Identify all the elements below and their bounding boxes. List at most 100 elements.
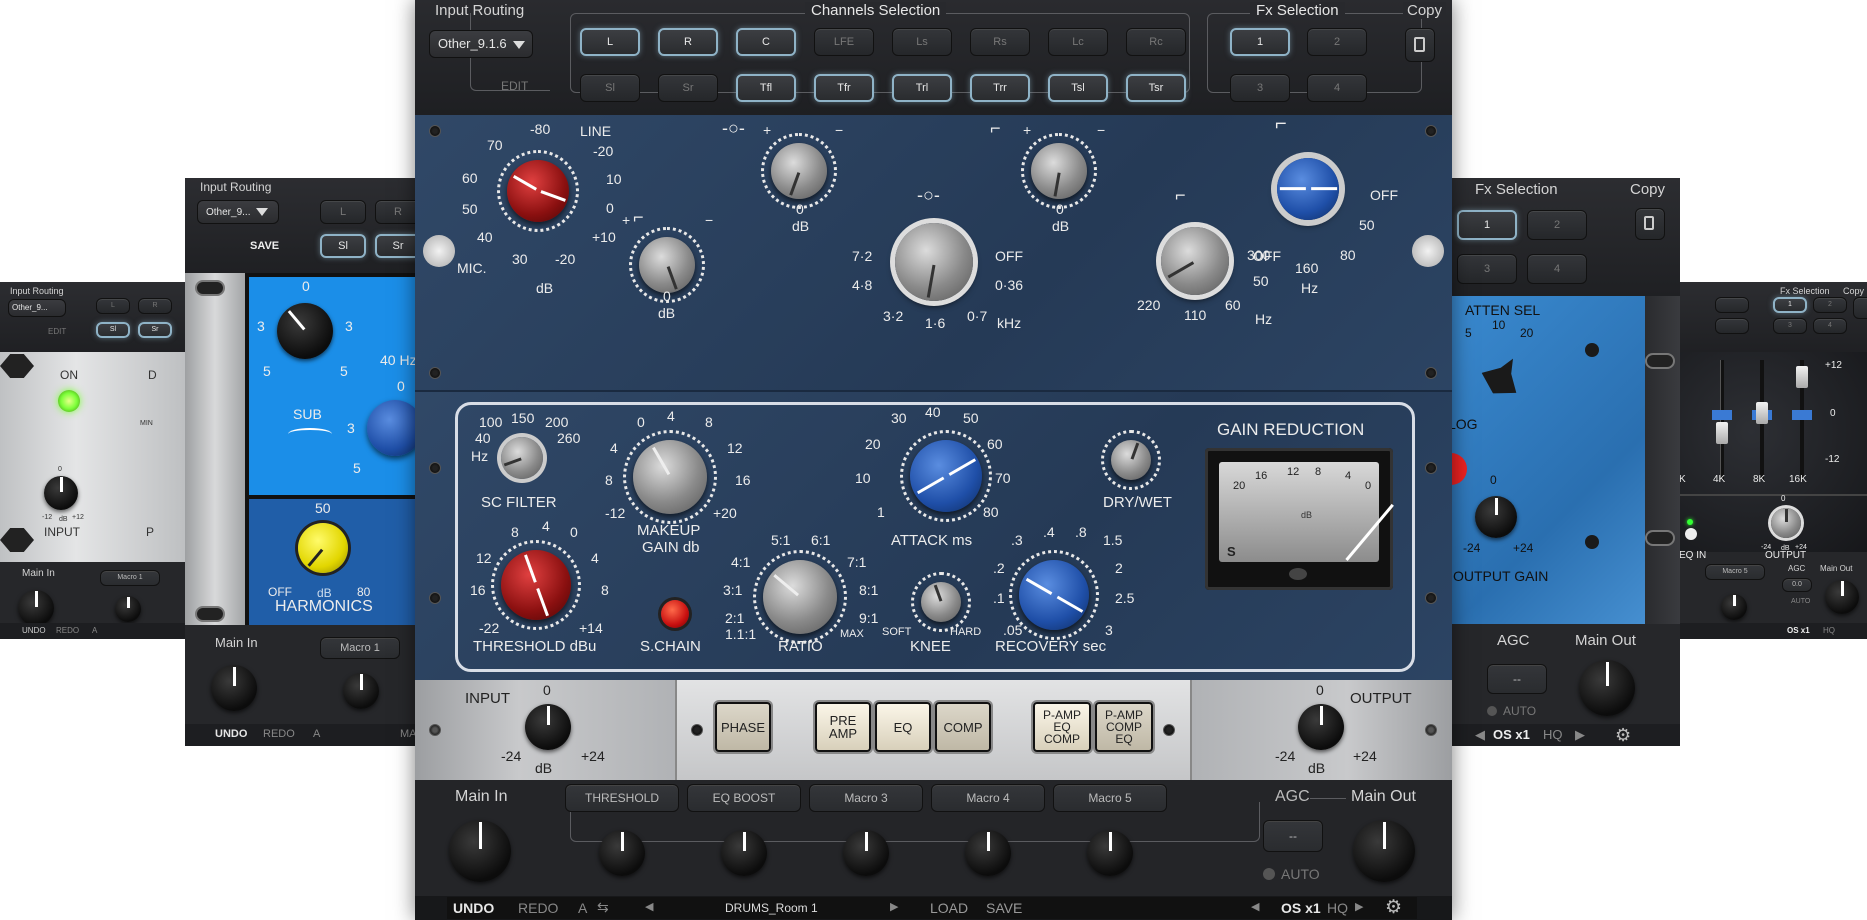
- channel-button-lfe[interactable]: LFE: [814, 28, 874, 56]
- macro-button-5[interactable]: Macro 5: [1053, 784, 1167, 812]
- ab-toggle[interactable]: A: [578, 900, 587, 916]
- far-left-redo[interactable]: REDO: [56, 626, 79, 635]
- macro-knob-5[interactable]: [1087, 830, 1133, 876]
- pamp-comp-eq-button[interactable]: P-AMP COMP EQ: [1095, 702, 1153, 752]
- far-right-os[interactable]: OS x1: [1787, 626, 1810, 635]
- left-mid-save-label[interactable]: SAVE: [250, 240, 279, 252]
- agc-value[interactable]: --: [1263, 820, 1323, 852]
- far-left-ch-sl[interactable]: Sl: [96, 322, 130, 338]
- macro-knob-4[interactable]: [965, 830, 1011, 876]
- far-right-agc-value[interactable]: 0.0: [1782, 578, 1812, 592]
- channel-button-tsl[interactable]: Tsl: [1048, 74, 1108, 102]
- far-right-main-out-knob[interactable]: [1825, 580, 1859, 614]
- far-right-fader-4k[interactable]: [1716, 422, 1728, 444]
- macro-button-1[interactable]: THRESHOLD: [565, 784, 679, 812]
- preset-name[interactable]: DRUMS_Room 1: [725, 901, 818, 915]
- main-out-knob[interactable]: [1353, 820, 1415, 882]
- routing-dropdown[interactable]: Other_9.1.6: [429, 30, 533, 58]
- channel-button-tfl[interactable]: Tfl: [736, 74, 796, 102]
- eq-high-gain-knob[interactable]: [1021, 133, 1097, 209]
- far-right-macro5[interactable]: Macro 5: [1705, 564, 1765, 580]
- left-mid-a[interactable]: A: [313, 728, 320, 740]
- right-mid-output-gain-knob[interactable]: [1475, 496, 1517, 538]
- left-mid-40hz-knob[interactable]: [367, 400, 420, 456]
- fx-button-4[interactable]: 4: [1307, 74, 1367, 102]
- channel-button-trl[interactable]: Trl: [892, 74, 952, 102]
- left-mid-main-in-knob[interactable]: [211, 665, 257, 711]
- phase-button[interactable]: PHASE: [715, 702, 771, 752]
- prev-preset-icon[interactable]: ◀: [645, 900, 653, 913]
- left-mid-harmonics-knob[interactable]: [298, 523, 348, 573]
- far-left-edit-label[interactable]: EDIT: [48, 327, 66, 336]
- far-right-fx3[interactable]: 3: [1773, 318, 1807, 334]
- os-right-icon[interactable]: ▶: [1355, 900, 1363, 913]
- left-mid-redo[interactable]: REDO: [263, 728, 295, 740]
- channel-button-l[interactable]: L: [580, 28, 640, 56]
- pamp-eq-comp-button[interactable]: P-AMP EQ COMP: [1033, 702, 1091, 752]
- ratio-knob[interactable]: [753, 550, 847, 644]
- left-mid-ch-sl[interactable]: Sl: [320, 234, 366, 258]
- left-mid-routing-dropdown[interactable]: Other_9...: [197, 200, 279, 224]
- macro-knob-2[interactable]: [721, 830, 767, 876]
- macro-knob-3[interactable]: [843, 830, 889, 876]
- eq-high-freq-knob[interactable]: [1161, 227, 1229, 295]
- eq-mid-gain-knob[interactable]: [761, 133, 837, 209]
- right-mid-copy-button[interactable]: [1635, 208, 1665, 240]
- far-left-input-knob[interactable]: [44, 476, 78, 510]
- left-mid-macro1[interactable]: Macro 1: [320, 637, 400, 659]
- far-left-macro1[interactable]: Macro 1: [100, 570, 160, 586]
- mic-line-toggle[interactable]: [423, 235, 455, 267]
- oversampling-value[interactable]: OS x1: [1281, 900, 1321, 916]
- macro-button-4[interactable]: Macro 4: [931, 784, 1045, 812]
- main-in-knob[interactable]: [449, 820, 511, 882]
- hq-toggle[interactable]: HQ: [1327, 900, 1348, 916]
- right-mid-auto-led[interactable]: [1487, 706, 1497, 716]
- eq-button[interactable]: EQ: [875, 702, 931, 752]
- channel-button-r[interactable]: R: [658, 28, 718, 56]
- knee-knob[interactable]: [911, 572, 971, 632]
- os-left-icon[interactable]: ◀: [1251, 900, 1259, 913]
- channel-button-ls[interactable]: Ls: [892, 28, 952, 56]
- s-chain-button[interactable]: [661, 600, 689, 628]
- copy-ab-icon[interactable]: ⇆: [597, 899, 609, 916]
- load-button[interactable]: LOAD: [930, 900, 968, 916]
- far-left-on-led[interactable]: [58, 390, 80, 412]
- left-mid-macro-knob[interactable]: [343, 673, 379, 709]
- macro-button-3[interactable]: Macro 3: [809, 784, 923, 812]
- lowpass-freq-knob[interactable]: [1277, 158, 1339, 220]
- preamp-button[interactable]: PRE AMP: [815, 702, 871, 752]
- left-mid-ch-l[interactable]: L: [320, 200, 366, 224]
- far-right-copy-button[interactable]: [1853, 297, 1867, 319]
- left-mid-ch-sr[interactable]: Sr: [375, 234, 420, 258]
- fx-button-1[interactable]: 1: [1230, 28, 1290, 56]
- right-arrow-icon[interactable]: ▶: [1575, 727, 1585, 743]
- gear-icon[interactable]: ⚙: [1615, 725, 1631, 746]
- auto-label[interactable]: AUTO: [1281, 866, 1320, 882]
- right-mid-fx1[interactable]: 1: [1457, 210, 1517, 240]
- output-gain-knob[interactable]: [1298, 704, 1344, 750]
- right-mid-agc-value[interactable]: --: [1487, 664, 1547, 694]
- channel-button-tfr[interactable]: Tfr: [814, 74, 874, 102]
- preamp-gain-knob[interactable]: [497, 150, 579, 232]
- right-mid-hq[interactable]: HQ: [1543, 727, 1563, 742]
- input-gain-knob[interactable]: [525, 704, 571, 750]
- far-left-ch-sr[interactable]: Sr: [138, 322, 172, 338]
- left-mid-undo[interactable]: UNDO: [215, 728, 247, 740]
- far-left-ch-l[interactable]: L: [96, 298, 130, 314]
- sc-filter-knob[interactable]: [501, 437, 543, 479]
- far-right-macro-knob[interactable]: [1721, 594, 1747, 620]
- far-left-main-in-knob[interactable]: [18, 590, 54, 626]
- makeup-gain-knob[interactable]: [623, 430, 717, 524]
- gear-icon[interactable]: ⚙: [1385, 896, 1402, 919]
- left-arrow-icon[interactable]: ◀: [1475, 727, 1485, 743]
- channel-button-sr[interactable]: Sr: [658, 74, 718, 102]
- save-button[interactable]: SAVE: [986, 900, 1022, 916]
- copy-button[interactable]: [1405, 28, 1435, 62]
- macro-knob-1[interactable]: [599, 830, 645, 876]
- right-mid-auto-label[interactable]: AUTO: [1503, 704, 1536, 718]
- fx-button-2[interactable]: 2: [1307, 28, 1367, 56]
- far-right-fx4[interactable]: 4: [1813, 318, 1847, 334]
- far-left-routing-dropdown[interactable]: Other_9...: [8, 299, 66, 317]
- edit-button[interactable]: EDIT: [501, 79, 528, 93]
- far-right-fx1[interactable]: 1: [1773, 297, 1807, 313]
